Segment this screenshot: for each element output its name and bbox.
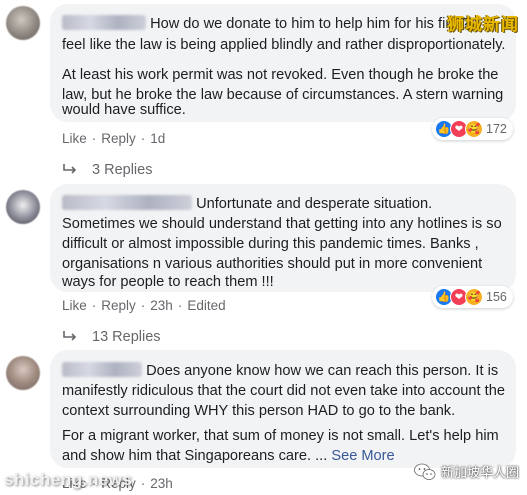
- comment-line: would have suffice.: [62, 102, 186, 118]
- comment-line: For a migrant worker, that sum of money …: [62, 428, 499, 444]
- watermark-top-right: 狮城新闻: [447, 15, 519, 34]
- commenter-avatar[interactable]: [6, 6, 40, 40]
- reaction-summary[interactable]: 👍 ❤ 🥰 156: [432, 286, 513, 308]
- comment-line: Does anyone know how we can reach this p…: [62, 362, 498, 381]
- reaction-count: 156: [486, 290, 507, 304]
- reply-arrow-icon: [63, 164, 77, 174]
- reply-button[interactable]: Reply: [101, 298, 136, 313]
- comment-timestamp[interactable]: 23h: [150, 298, 173, 313]
- comment-actions: Like · Reply · 1d: [62, 131, 166, 146]
- view-replies-link[interactable]: 3 Replies: [62, 162, 152, 178]
- view-replies-link[interactable]: 13 Replies: [62, 329, 161, 345]
- comment-actions: Like · Reply · 23h · Edited: [62, 298, 226, 313]
- comment-timestamp[interactable]: 23h: [150, 476, 173, 491]
- reply-button[interactable]: Reply: [101, 131, 136, 146]
- watermark-bottom-right: 新加坡华人圈: [414, 462, 519, 481]
- reaction-summary[interactable]: 👍 ❤ 🥰 172: [432, 118, 513, 140]
- comment-line: ways for people to reach them !!!: [62, 274, 274, 290]
- like-button[interactable]: Like: [62, 131, 87, 146]
- comment-line: difficult or almost impossible during th…: [62, 236, 479, 252]
- commenter-name[interactable]: [62, 15, 146, 30]
- comment-line: manifestly ridiculous that the court did…: [62, 383, 505, 399]
- reaction-count: 172: [486, 122, 507, 136]
- wechat-icon: [414, 463, 436, 480]
- comment-timestamp[interactable]: 1d: [150, 131, 165, 146]
- comment-line: How do we donate to him to help him for …: [62, 15, 478, 34]
- care-reaction-icon: 🥰: [465, 120, 483, 138]
- reply-arrow-icon: [63, 331, 77, 341]
- comment-line: feel like the law is being applied blind…: [62, 37, 506, 53]
- comment-line: Sometimes we should understand that gett…: [62, 216, 502, 232]
- commenter-avatar[interactable]: [6, 190, 40, 224]
- commenter-name[interactable]: [62, 362, 142, 377]
- comment-line: Unfortunate and desperate situation.: [62, 195, 432, 214]
- comment-line: At least his work permit was not revoked…: [62, 67, 499, 83]
- comment-line: and show him that Singaporeans care. ...…: [62, 448, 395, 464]
- commenter-avatar[interactable]: [6, 356, 40, 390]
- care-reaction-icon: 🥰: [465, 288, 483, 306]
- commenter-name[interactable]: [62, 195, 192, 210]
- like-button[interactable]: Like: [62, 298, 87, 313]
- see-more-link[interactable]: See More: [331, 448, 394, 464]
- comment-line: organisations n various authorities shou…: [62, 256, 483, 272]
- watermark-bottom-left: shicheng.news: [4, 470, 133, 489]
- edited-label[interactable]: Edited: [187, 298, 225, 313]
- comment-line: context surrounding WHY this person HAD …: [62, 403, 456, 419]
